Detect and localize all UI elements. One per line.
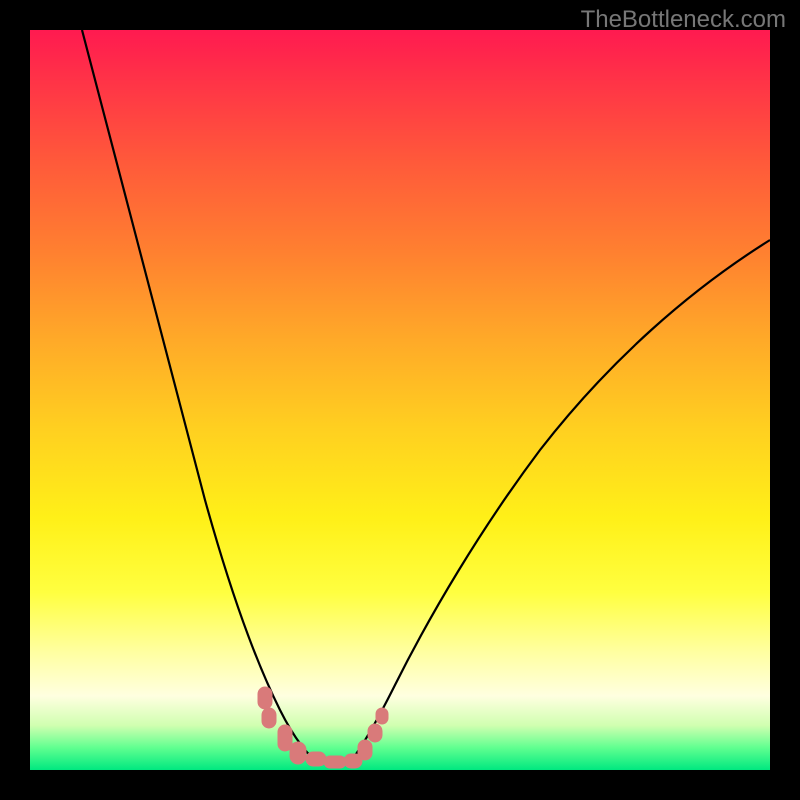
curve-right (348, 240, 770, 765)
chart-plot-area (30, 30, 770, 770)
highlight-dots-group (258, 687, 388, 768)
chart-svg-layer (30, 30, 770, 770)
watermark-text: TheBottleneck.com (581, 6, 786, 34)
curve-left (82, 30, 320, 765)
